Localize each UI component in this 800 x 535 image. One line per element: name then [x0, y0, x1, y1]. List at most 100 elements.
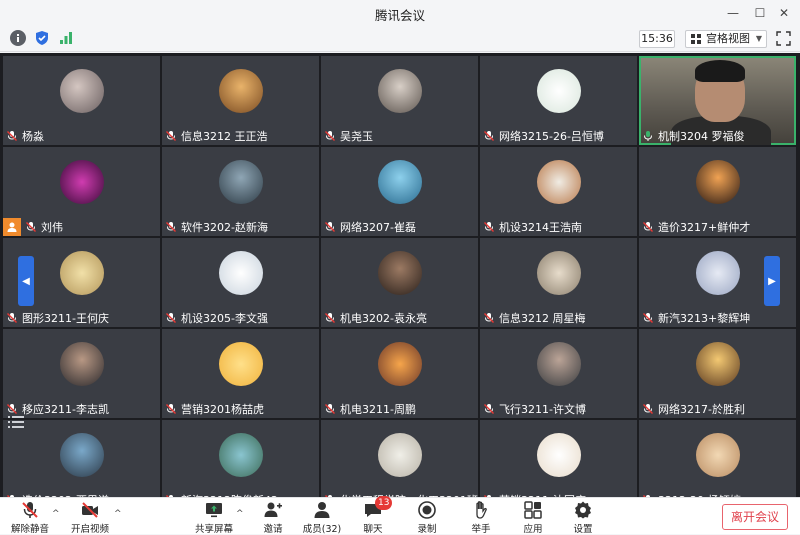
record-button[interactable]: 录制 [414, 500, 440, 535]
avatar [219, 342, 263, 386]
participant-tile[interactable]: 营销3201杨喆虎 [162, 329, 319, 418]
unmute-label: 解除静音 [10, 524, 49, 535]
participant-tile[interactable]: 刘伟 [3, 147, 160, 236]
participant-tile[interactable]: 新汽3212陈俊新42 [162, 420, 319, 497]
avatar [537, 342, 581, 386]
apps-button[interactable]: 应用 [520, 500, 546, 535]
avatar [60, 342, 104, 386]
invite-button[interactable]: 邀请 [258, 500, 288, 535]
next-page-button[interactable]: ▶ [764, 256, 780, 306]
avatar [60, 251, 104, 295]
members-button[interactable]: 成员(32) [302, 500, 342, 535]
maximize-icon[interactable]: ☐ [751, 4, 769, 22]
members-label: 成员(32) [302, 524, 342, 535]
avatar [60, 433, 104, 477]
security-shield-icon[interactable] [34, 30, 50, 46]
participant-tile[interactable]: 造价3202-贾思谦 [3, 420, 160, 497]
signal-icon[interactable] [58, 30, 74, 46]
fullscreen-icon[interactable] [776, 31, 791, 46]
participant-name-bar: 机设3205-李文强 [165, 310, 268, 325]
participant-tile[interactable]: 移应3211-李志凯 [3, 329, 160, 418]
mic-muted-icon [25, 221, 37, 233]
record-label: 录制 [417, 524, 437, 535]
invite-user-icon [263, 500, 283, 520]
participant-name-bar: 机电3202-袁永亮 [324, 310, 427, 325]
video-options-chevron-icon[interactable]: ^ [114, 509, 122, 519]
participant-tile[interactable]: 化学工程学院－化工3201班 [321, 420, 478, 497]
participant-tile[interactable]: 机电3202-袁永亮 [321, 238, 478, 327]
participant-tile[interactable]: 机设3214王浩南 [480, 147, 637, 236]
participant-name-bar: 网络3217-於胜利 [642, 401, 745, 416]
view-mode-label: 宫格视图 [706, 32, 750, 45]
avatar [219, 69, 263, 113]
meeting-toolbar: 15:36 宫格视图 ▼ [0, 26, 800, 52]
participant-tile[interactable]: 软件3202-赵新海 [162, 147, 319, 236]
gear-icon [573, 500, 593, 520]
participant-tile[interactable]: 3212-20-杨钰婷 [639, 420, 796, 497]
participant-tile[interactable]: 机制3204 罗福俊 [639, 56, 796, 145]
participant-name: 吴尧玉 [340, 129, 373, 143]
video-grid: 杨淼 信息3212 王正浩 吴尧玉 网络3215-26-吕恒博 机制3204 罗福俊刘伟… [0, 53, 800, 497]
participant-tile[interactable]: 机设3205-李文强 [162, 238, 319, 327]
avatar [696, 433, 740, 477]
chevron-left-icon: ◀ [22, 275, 30, 287]
mic-muted-icon [324, 403, 336, 415]
share-options-chevron-icon[interactable]: ^ [236, 509, 244, 519]
chat-button[interactable]: 13 聊天 [360, 496, 393, 535]
raise-hand-button[interactable]: 举手 [468, 500, 494, 535]
participant-tile[interactable]: 网络3217-於胜利 [639, 329, 796, 418]
participant-name-bar: 信息3212 周星梅 [483, 310, 586, 325]
bottom-control-bar: 解除静音 ^ 开启视频 ^ 共享屏幕 ^ 邀请 成员(32) 13 聊天 录制 … [0, 496, 800, 535]
participant-name: 信息3212 周星梅 [499, 311, 586, 325]
participant-name-bar: 机设3214王浩南 [483, 219, 582, 234]
mic-muted-icon [20, 500, 40, 520]
participant-tile[interactable]: 造价3217+鲜仲才 [639, 147, 796, 236]
chevron-right-icon: ▶ [768, 275, 776, 287]
window-title: 腾讯会议 [374, 8, 425, 23]
participant-tile[interactable]: 营销3211-沈国庆 [480, 420, 637, 497]
share-screen-icon [204, 500, 224, 520]
participant-name: 网络3217-於胜利 [658, 402, 745, 416]
avatar [696, 160, 740, 204]
avatar [537, 251, 581, 295]
participant-tile[interactable]: 飞行3211-许文博 [480, 329, 637, 418]
participant-tile[interactable]: 信息3212 王正浩 [162, 56, 319, 145]
participant-name: 图形3211-王何庆 [22, 311, 109, 325]
participant-name: 机制3204 罗福俊 [658, 129, 745, 143]
share-screen-button[interactable]: 共享屏幕 [194, 500, 234, 535]
participant-tile[interactable]: 机电3211-周鹏 [321, 329, 478, 418]
apps-label: 应用 [523, 524, 543, 535]
list-view-icon[interactable] [8, 414, 24, 428]
mic-muted-icon [324, 312, 336, 324]
avatar [537, 160, 581, 204]
participant-tile[interactable]: 信息3212 周星梅 [480, 238, 637, 327]
camera-off-icon [80, 500, 100, 520]
avatar [696, 251, 740, 295]
audio-options-chevron-icon[interactable]: ^ [52, 509, 60, 519]
participant-name: 新汽3213+黎辉坤 [658, 311, 751, 325]
info-icon[interactable] [10, 30, 26, 46]
mic-muted-icon [324, 221, 336, 233]
avatar [60, 160, 104, 204]
view-mode-select[interactable]: 宫格视图 ▼ [685, 30, 767, 48]
previous-page-button[interactable]: ◀ [18, 256, 34, 306]
participant-name: 杨淼 [22, 129, 44, 143]
minimize-icon[interactable]: — [724, 4, 742, 22]
unmute-button[interactable]: 解除静音 [8, 500, 52, 535]
participant-name-bar: 图形3211-王何庆 [6, 310, 109, 325]
record-icon [417, 500, 437, 520]
participant-tile[interactable]: 杨淼 [3, 56, 160, 145]
leave-meeting-button[interactable]: 离开会议 [722, 504, 788, 530]
participant-tile[interactable]: 吴尧玉 [321, 56, 478, 145]
participant-name: 机设3214王浩南 [499, 220, 582, 234]
close-icon[interactable]: ✕ [775, 4, 793, 22]
mic-muted-icon [483, 312, 495, 324]
apps-icon [523, 500, 543, 520]
participant-tile[interactable]: 网络3207-崔磊 [321, 147, 478, 236]
participant-name-bar: 机电3211-周鹏 [324, 401, 416, 416]
mic-muted-icon [483, 130, 495, 142]
start-video-button[interactable]: 开启视频 [68, 500, 112, 535]
settings-button[interactable]: 设置 [570, 500, 596, 535]
raise-hand-icon [471, 500, 491, 520]
participant-tile[interactable]: 网络3215-26-吕恒博 [480, 56, 637, 145]
